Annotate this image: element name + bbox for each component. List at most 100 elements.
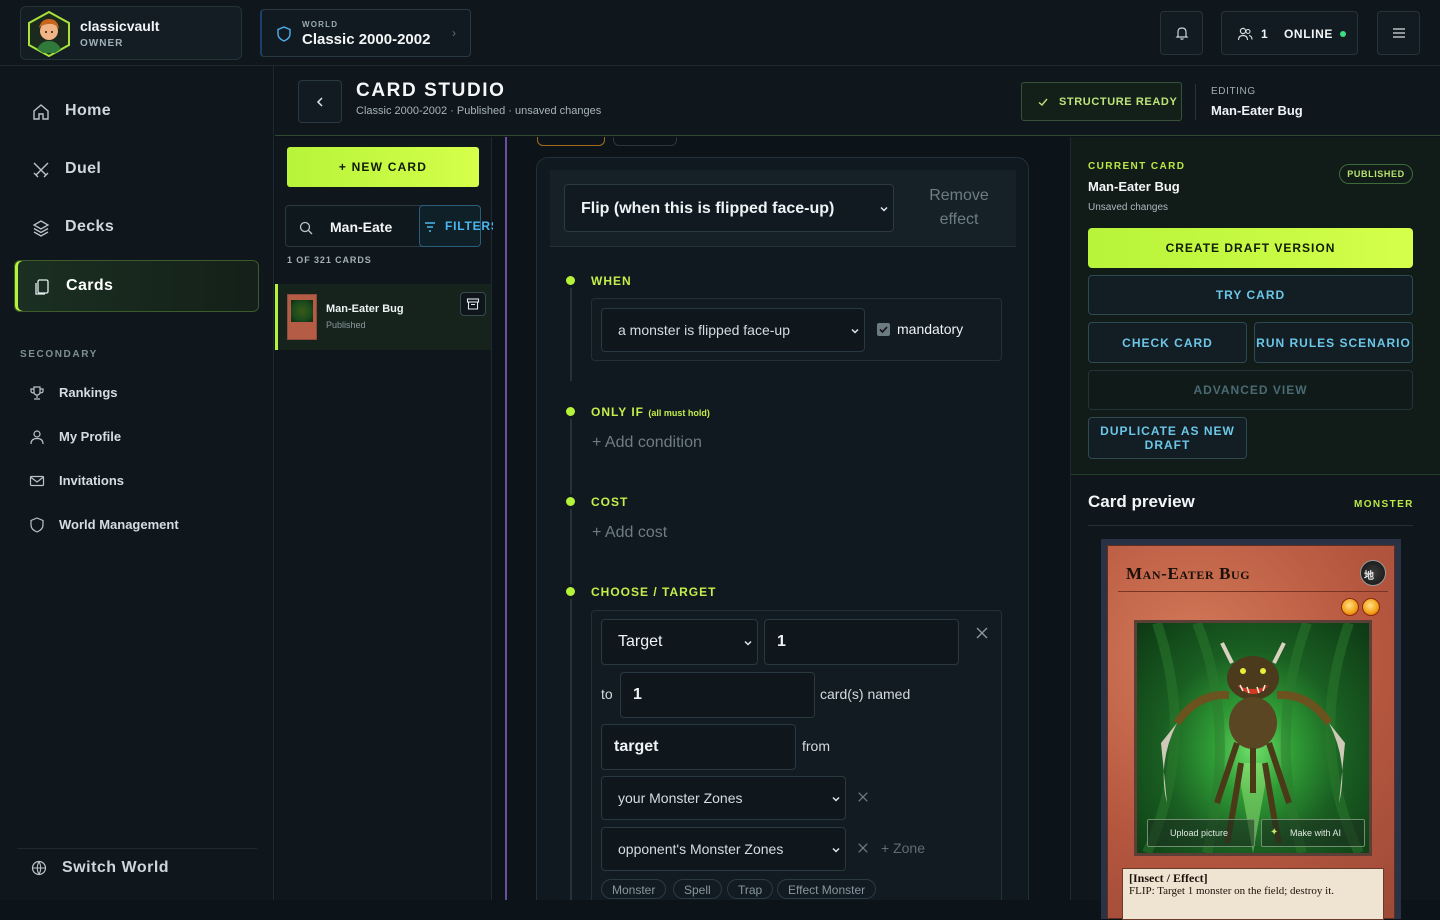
shield-icon — [277, 26, 291, 42]
from-label: from — [802, 738, 830, 754]
editing-label: EDITING — [1211, 86, 1256, 97]
chevron-right-icon: › — [452, 26, 456, 40]
chevron-left-icon — [316, 97, 323, 107]
filters-button[interactable]: FILTERS — [419, 205, 499, 247]
timeline-line — [570, 413, 572, 503]
to-label: to — [601, 686, 613, 702]
nav-item-world-management[interactable]: World Management — [20, 510, 260, 540]
status-badge: PUBLISHED — [1339, 164, 1413, 184]
nav-item-decks[interactable]: Decks — [14, 202, 259, 254]
level-star — [1362, 598, 1380, 616]
advanced-view-button[interactable]: ADVANCED VIEW — [1088, 370, 1413, 410]
current-card-name: Man-Eater Bug — [1088, 179, 1180, 194]
new-card-button[interactable]: + NEW CARD — [287, 147, 479, 187]
when-title: WHEN — [591, 274, 632, 288]
filter-chip-spell[interactable]: Spell — [673, 879, 722, 899]
card-preview: Man-Eater Bug 地 Upload picture ✦ Make wi… — [1101, 539, 1401, 920]
close-icon[interactable] — [857, 791, 869, 803]
close-icon[interactable] — [857, 842, 869, 854]
max-count-input[interactable]: 1 — [620, 672, 815, 718]
effect-editor: Flip (when this is flipped face-up) Remo… — [493, 137, 1070, 900]
avatar — [28, 11, 70, 57]
nav-item-label: Home — [65, 102, 112, 119]
menu-button[interactable] — [1377, 11, 1420, 55]
when-panel: a monster is flipped face-up mandatory — [591, 298, 1002, 361]
user-chip[interactable]: classicvault OWNER — [20, 6, 242, 60]
nav-item-my-profile[interactable]: My Profile — [20, 422, 260, 452]
nav-item-home[interactable]: Home — [14, 86, 259, 138]
nav-item-label: Decks — [65, 218, 115, 235]
home-icon — [33, 104, 49, 120]
max-count-value: 1 — [633, 686, 642, 703]
create-draft-button[interactable]: CREATE DRAFT VERSION — [1088, 228, 1413, 268]
min-count-input[interactable]: 1 — [764, 619, 959, 665]
nav-item-cards[interactable]: Cards — [14, 260, 259, 312]
online-users-button[interactable]: 1 ONLINE — [1221, 11, 1358, 55]
filter-chip-trap[interactable]: Trap — [727, 879, 774, 899]
mandatory-checkbox[interactable] — [877, 323, 890, 336]
world-selector[interactable]: WORLD Classic 2000-2002 › — [260, 9, 471, 57]
bell-icon — [1175, 27, 1189, 40]
notifications-button[interactable] — [1160, 11, 1203, 55]
run-rules-scenario-button[interactable]: RUN RULES SCENARIO — [1254, 322, 1413, 363]
search-input[interactable] — [330, 216, 400, 238]
filter-icon — [425, 222, 435, 232]
effect-tab[interactable] — [537, 137, 605, 146]
check-icon — [879, 326, 888, 334]
timeline-dot — [566, 497, 575, 506]
remove-effect-button[interactable]: Remove effect — [914, 184, 1004, 232]
cost-title: COST — [591, 495, 629, 509]
duplicate-draft-button[interactable]: DUPLICATE AS NEW DRAFT — [1088, 417, 1247, 459]
close-icon[interactable] — [975, 626, 989, 640]
trigger-event-select[interactable]: a monster is flipped face-up — [601, 308, 865, 352]
trigger-select[interactable]: Flip (when this is flipped face-up) — [564, 184, 894, 232]
cards-icon — [35, 279, 49, 295]
list-item[interactable]: Man-Eater Bug Published — [275, 284, 491, 350]
target-mode-value: Target — [618, 633, 663, 650]
filter-chip-monster[interactable]: Monster — [601, 879, 667, 899]
attribute-icon: 地 — [1360, 560, 1386, 586]
effect-tab[interactable] — [613, 137, 677, 146]
switch-world-button[interactable]: Switch World — [17, 848, 257, 884]
zone-select-2[interactable]: opponent's Monster Zones — [601, 827, 846, 871]
effect-card: Flip (when this is flipped face-up) Remo… — [536, 157, 1029, 900]
attribute-text: 地 — [1364, 571, 1374, 582]
nav-item-duel[interactable]: Duel — [14, 144, 259, 196]
add-condition-button[interactable]: + Add condition — [592, 434, 702, 452]
online-label: ONLINE — [1284, 27, 1333, 41]
list-item-status: Published — [326, 320, 366, 330]
upload-picture-button[interactable]: Upload picture — [1147, 819, 1255, 847]
user-name: classicvault — [80, 18, 160, 34]
filters-label: FILTERS — [445, 219, 500, 233]
nav-item-rankings[interactable]: Rankings — [20, 378, 260, 408]
online-status-dot — [1340, 31, 1346, 37]
layers-icon — [32, 220, 50, 237]
archive-button[interactable] — [460, 292, 486, 316]
target-mode-select[interactable]: Target — [601, 619, 758, 665]
card-type-line: [Insect / Effect] — [1129, 871, 1208, 885]
nav-item-label: Rankings — [59, 385, 118, 400]
chevron-down-icon — [832, 796, 840, 802]
type-filter-chips: Monster Spell Trap Effect Monster — [601, 879, 1001, 900]
make-with-ai-label: Make with AI — [1290, 828, 1342, 838]
make-with-ai-button[interactable]: ✦ Make with AI — [1261, 819, 1365, 847]
card-effect-text: FLIP: Target 1 monster on the field; des… — [1129, 885, 1335, 897]
add-cost-button[interactable]: + Add cost — [592, 524, 667, 542]
named-label: card(s) named — [820, 686, 911, 702]
hamburger-icon — [1393, 28, 1405, 38]
check-card-button[interactable]: CHECK CARD — [1088, 322, 1247, 363]
back-button[interactable] — [298, 80, 342, 123]
sparkle-icon: ✦ — [1270, 827, 1279, 838]
add-zone-button[interactable]: + Zone — [881, 840, 925, 856]
card-list-panel: + NEW CARD FILTERS 1 OF 321 CARDS Man-Ea… — [275, 137, 499, 900]
world-name: Classic 2000-2002 — [302, 31, 431, 48]
filter-chip-effect-monster[interactable]: Effect Monster — [777, 879, 877, 899]
zone-select-1[interactable]: your Monster Zones — [601, 776, 846, 820]
card-name-input[interactable]: target — [601, 724, 796, 770]
try-card-button[interactable]: TRY CARD — [1088, 275, 1413, 315]
studio-header: CARD STUDIO Classic 2000-2002 · Publishe… — [275, 66, 1440, 136]
nav-item-invitations[interactable]: Invitations — [20, 466, 260, 496]
card-artwork: Upload picture ✦ Make with AI — [1134, 620, 1372, 856]
trigger-select-value: Flip (when this is flipped face-up) — [581, 200, 835, 217]
zone-select-value: opponent's Monster Zones — [618, 841, 784, 857]
